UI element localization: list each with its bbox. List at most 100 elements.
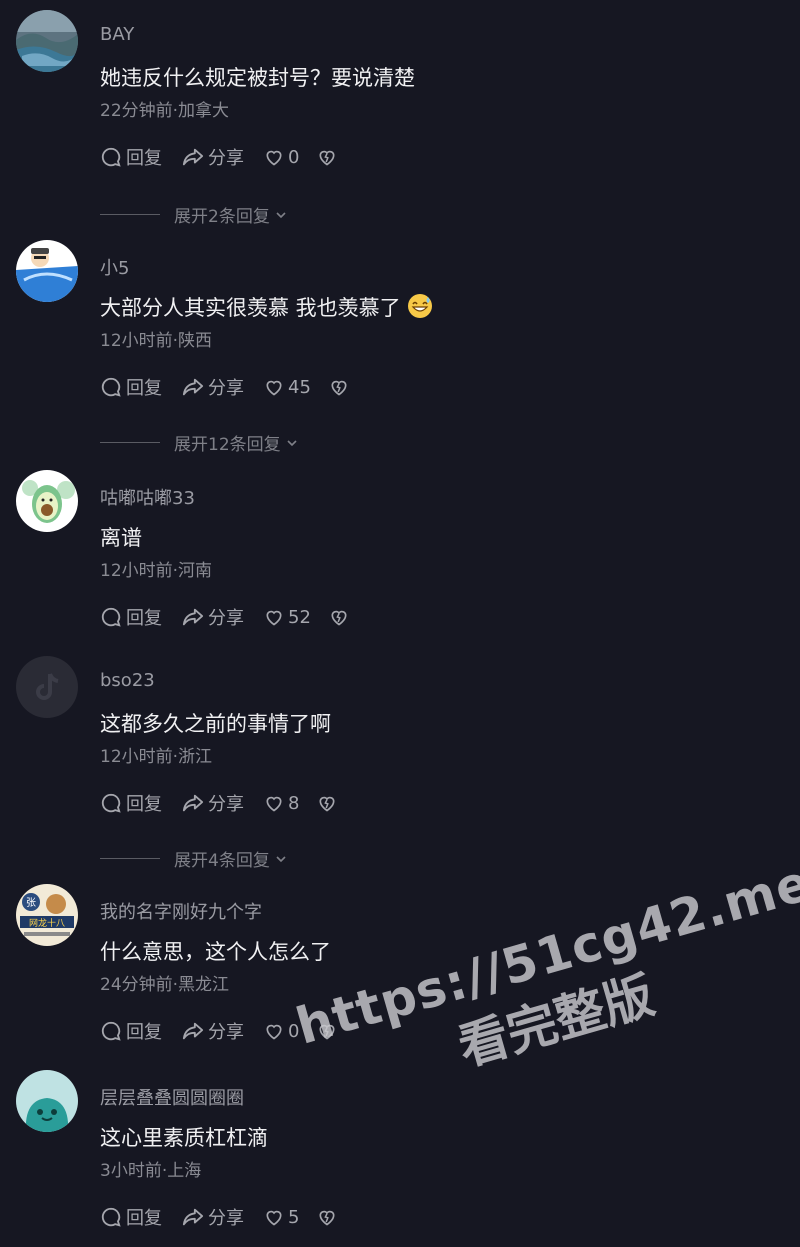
heart-icon (266, 1210, 282, 1226)
action-bar: 回复 分享 0 (100, 144, 361, 170)
broken-heart-icon (331, 380, 347, 396)
reply-icon (101, 607, 121, 627)
reply-icon (101, 1021, 121, 1041)
reply-icon (101, 1207, 121, 1227)
reply-button[interactable]: 回复 (100, 604, 162, 630)
like-button[interactable]: 8 (264, 793, 299, 814)
like-count: 45 (288, 376, 311, 398)
share-label: 分享 (208, 378, 244, 399)
avatar[interactable] (16, 470, 78, 532)
share-button[interactable]: 分享 (182, 604, 244, 630)
avatar[interactable] (16, 656, 78, 718)
reply-button[interactable]: 回复 (100, 1018, 162, 1044)
dislike-button[interactable] (317, 1021, 341, 1041)
avatar[interactable]: 张 网龙十八 (16, 884, 78, 946)
cartoon-avatar-icon (16, 240, 78, 302)
like-count: 8 (288, 792, 300, 814)
comment-text: 大部分人其实很羡慕 我也羡慕了 (100, 292, 433, 322)
chevron-down-icon (276, 211, 286, 218)
avatar[interactable] (16, 240, 78, 302)
share-icon (182, 608, 204, 626)
like-button[interactable]: 52 (264, 607, 311, 628)
default-tiktok-avatar-icon (16, 656, 78, 718)
share-button[interactable]: 分享 (182, 790, 244, 816)
comment-text: 离谱 (100, 526, 142, 550)
dislike-button[interactable] (329, 607, 353, 627)
reply-button[interactable]: 回复 (100, 1204, 162, 1230)
share-icon (182, 794, 204, 812)
watermark-url: https://51cg42.me (290, 853, 800, 1056)
broken-heart-icon (319, 1024, 335, 1040)
comment-meta: 12小时前·河南 (100, 561, 213, 581)
share-button[interactable]: 分享 (182, 1204, 244, 1230)
avatar[interactable] (16, 10, 78, 72)
comment-text: 她违反什么规定被封号？要说清楚 (100, 66, 415, 90)
like-count: 0 (288, 1020, 300, 1042)
username[interactable]: 层层叠叠圆圆圈圈 (100, 1084, 244, 1110)
action-bar: 回复 分享 5 (100, 1204, 361, 1230)
watermark: https://51cg42.me 看完整版 (290, 853, 800, 1121)
action-bar: 回复 分享 8 (100, 790, 361, 816)
broken-heart-icon (319, 150, 335, 166)
expand-replies[interactable]: 展开2条回复 (100, 202, 288, 227)
reply-label: 回复 (126, 1208, 162, 1229)
broken-heart-icon (331, 610, 347, 626)
share-icon (182, 148, 204, 166)
share-icon (182, 378, 204, 396)
like-button[interactable]: 5 (264, 1207, 299, 1228)
divider-line (100, 214, 160, 215)
action-bar: 回复 分享 52 (100, 604, 373, 630)
comment-meta: 12小时前·浙江 (100, 747, 213, 767)
heart-icon (266, 796, 282, 812)
heart-icon (266, 1024, 282, 1040)
dislike-button[interactable] (329, 377, 353, 397)
reply-icon (101, 793, 121, 813)
dislike-button[interactable] (317, 147, 341, 167)
watermark-caption: 看完整版 (452, 966, 661, 1077)
heart-icon (266, 150, 282, 166)
expand-replies-label: 展开4条回复 (174, 851, 270, 871)
comment-text: 这都多久之前的事情了啊 (100, 712, 331, 736)
comment-meta: 3小时前·上海 (100, 1161, 202, 1181)
badge-text: 网龙十八 (29, 917, 65, 929)
like-button[interactable]: 0 (264, 1021, 299, 1042)
share-icon (182, 1022, 204, 1040)
action-bar: 回复 分享 0 (100, 1018, 361, 1044)
divider-line (100, 442, 160, 443)
username[interactable]: 小5 (100, 254, 129, 280)
reply-icon (101, 147, 121, 167)
username[interactable]: 我的名字刚好九个字 (100, 898, 262, 924)
like-button[interactable]: 0 (264, 147, 299, 168)
share-button[interactable]: 分享 (182, 374, 244, 400)
like-count: 5 (288, 1206, 300, 1228)
broken-heart-icon (319, 796, 335, 812)
share-button[interactable]: 分享 (182, 1018, 244, 1044)
username[interactable]: bso23 (100, 670, 155, 691)
share-button[interactable]: 分享 (182, 144, 244, 170)
comment-text: 什么意思，这个人怎么了 (100, 940, 331, 964)
dislike-button[interactable] (317, 793, 341, 813)
username[interactable]: 咕嘟咕嘟33 (100, 484, 195, 510)
expand-replies[interactable]: 展开12条回复 (100, 430, 299, 455)
comment-meta: 24分钟前·黑龙江 (100, 975, 230, 995)
reply-label: 回复 (126, 794, 162, 815)
reply-button[interactable]: 回复 (100, 790, 162, 816)
dislike-button[interactable] (317, 1207, 341, 1227)
expand-replies-label: 展开2条回复 (174, 207, 270, 227)
badge-char: 张 (26, 897, 36, 909)
username[interactable]: BAY (100, 24, 134, 45)
avatar[interactable] (16, 1070, 78, 1132)
share-label: 分享 (208, 1022, 244, 1043)
like-count: 52 (288, 606, 311, 628)
reply-button[interactable]: 回复 (100, 144, 162, 170)
comment-text-body: 大部分人其实很羡慕 我也羡慕了 (100, 296, 401, 320)
like-button[interactable]: 45 (264, 377, 311, 398)
share-label: 分享 (208, 148, 244, 169)
share-label: 分享 (208, 608, 244, 629)
landscape-avatar-icon (16, 10, 78, 72)
reply-button[interactable]: 回复 (100, 374, 162, 400)
heart-icon (266, 380, 282, 396)
expand-replies[interactable]: 展开4条回复 (100, 846, 288, 871)
share-label: 分享 (208, 794, 244, 815)
action-bar: 回复 分享 45 (100, 374, 373, 400)
